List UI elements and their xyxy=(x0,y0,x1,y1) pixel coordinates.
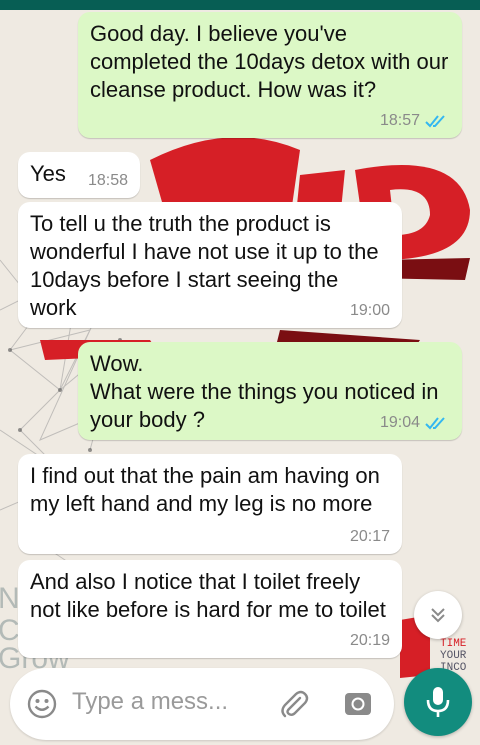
message-text: And also I notice that I toilet freely n… xyxy=(30,569,386,622)
svg-text:TIME: TIME xyxy=(440,638,467,650)
message-time: 19:04 xyxy=(379,414,420,431)
message-text: To tell u the truth the product is wonde… xyxy=(30,211,379,320)
scroll-to-bottom-button[interactable] xyxy=(414,591,462,639)
message-bubble-incoming[interactable]: Yes 18:58 xyxy=(18,152,140,198)
message-time: 18:58 xyxy=(87,172,128,189)
message-time: 19:00 xyxy=(349,302,390,319)
app-header-strip xyxy=(0,0,480,10)
message-time: 18:57 xyxy=(379,112,420,129)
message-time: 20:17 xyxy=(349,528,390,545)
message-bubble-incoming[interactable]: To tell u the truth the product is wonde… xyxy=(18,202,402,328)
message-composer[interactable]: Type a mess... xyxy=(10,668,394,740)
double-chevron-down-icon xyxy=(431,608,445,623)
message-bubble-outgoing[interactable]: Wow. What were the things you noticed in… xyxy=(78,342,462,440)
message-bubble-incoming[interactable]: I find out that the pain am having on my… xyxy=(18,454,402,554)
double-check-read-icon xyxy=(425,417,445,430)
svg-text:YOUR: YOUR xyxy=(440,650,467,662)
paperclip-icon[interactable] xyxy=(276,686,312,722)
camera-icon[interactable] xyxy=(342,688,374,720)
double-check-read-icon xyxy=(425,115,445,128)
message-input[interactable]: Type a mess... xyxy=(72,688,228,716)
message-text: Good day. I believe you've completed the… xyxy=(90,21,449,102)
message-text: I find out that the pain am having on my… xyxy=(30,463,380,516)
microphone-icon xyxy=(426,687,450,717)
message-time: 20:19 xyxy=(349,632,390,649)
emoji-icon[interactable] xyxy=(26,688,58,720)
message-bubble-outgoing[interactable]: Good day. I believe you've completed the… xyxy=(78,12,462,138)
message-bubble-incoming[interactable]: And also I notice that I toilet freely n… xyxy=(18,560,402,658)
wallpaper-left-letter-n: N xyxy=(0,582,20,615)
voice-record-button[interactable] xyxy=(404,668,472,736)
